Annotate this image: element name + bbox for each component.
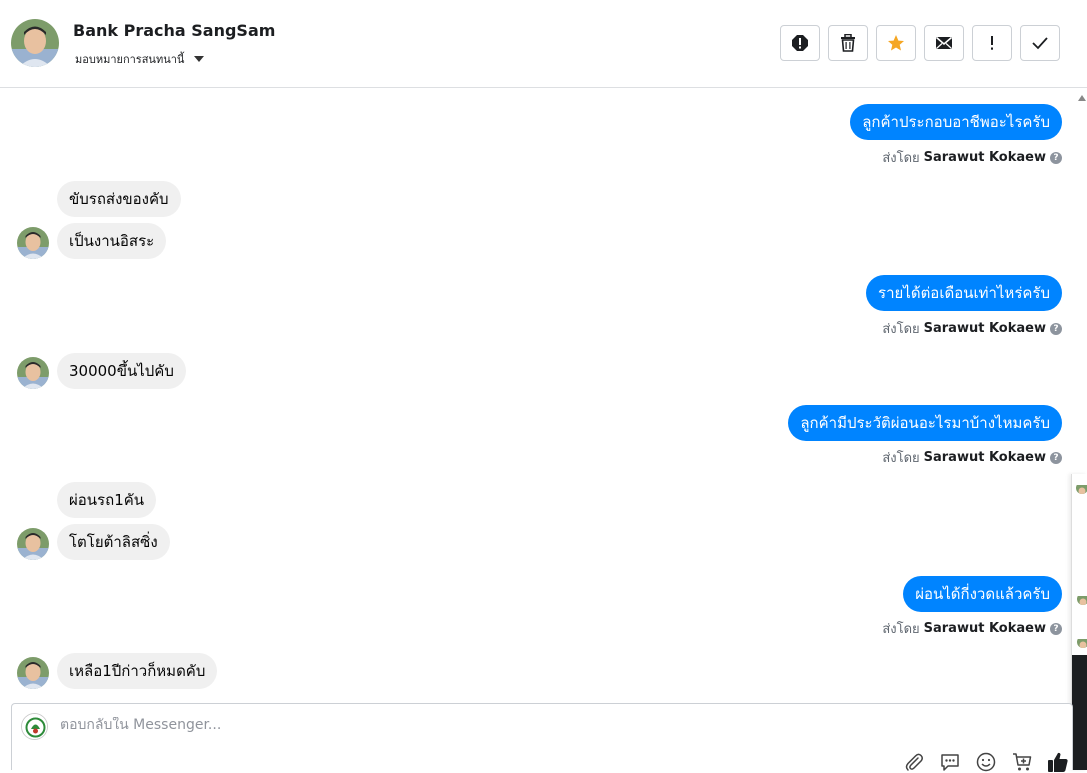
contact-name[interactable]: Bank Pracha SangSam: [73, 21, 275, 40]
conversation-header: Bank Pracha SangSam มอบหมายการสนทนานี้: [0, 0, 1087, 88]
envelope-icon: [935, 36, 953, 49]
message-text: ผ่อนได้กี่งวดแล้วครับ: [915, 585, 1050, 603]
message-text: เป็นงานอิสระ: [69, 232, 155, 250]
incoming-message[interactable]: ขับรถส่งของคับ: [57, 181, 181, 217]
mark-spam-button[interactable]: [780, 25, 820, 61]
outgoing-message[interactable]: ลูกค้าประกอบอาชีพอะไรครับ: [850, 104, 1062, 140]
mark-unread-button[interactable]: [924, 25, 964, 61]
contact-avatar[interactable]: [11, 19, 59, 67]
incoming-message[interactable]: โตโยต้าลิสซิ่ง: [57, 524, 170, 560]
help-icon[interactable]: ?: [1050, 451, 1062, 464]
spam-icon: [792, 35, 808, 51]
help-icon[interactable]: ?: [1050, 322, 1062, 335]
sent-by-prefix: ส่งโดย: [882, 322, 920, 337]
message-text: เหลือ1ปีก่าวก็หมดคับ: [69, 662, 206, 680]
help-icon[interactable]: ?: [1050, 151, 1062, 164]
side-avatar[interactable]: [1077, 593, 1087, 605]
sender-name: Sarawut Kokaew: [923, 150, 1046, 165]
delete-button[interactable]: [828, 25, 868, 61]
sent-by-line: ส่งโดย Sarawut Kokaew ?: [882, 447, 1062, 468]
saved-reply-icon: [940, 754, 959, 771]
sent-by-line: ส่งโดย Sarawut Kokaew ?: [882, 618, 1062, 639]
emoji-icon: [976, 752, 995, 772]
caret-down-icon: [194, 56, 205, 62]
message-text: ขับรถส่งของคับ: [69, 190, 169, 208]
trash-icon: [841, 34, 855, 52]
customer-avatar[interactable]: [17, 657, 49, 689]
incoming-message[interactable]: ผ่อนรถ1คัน: [57, 482, 157, 518]
sender-name: Sarawut Kokaew: [923, 450, 1046, 465]
incoming-message[interactable]: เหลือ1ปีก่าวก็หมดคับ: [57, 653, 218, 689]
sender-name: Sarawut Kokaew: [923, 621, 1046, 636]
sent-by-line: ส่งโดย Sarawut Kokaew ?: [882, 147, 1062, 168]
assign-label: มอบหมายการสนทนานี้: [75, 53, 185, 66]
message-text: ลูกค้ามีประวัติผ่อนอะไรมาบ้างไหมครับ: [800, 414, 1050, 432]
mark-done-button[interactable]: [1020, 25, 1060, 61]
outgoing-message[interactable]: ผ่อนได้กี่งวดแล้วครับ: [903, 576, 1062, 612]
emoji-button[interactable]: [974, 752, 997, 772]
outgoing-message[interactable]: ลูกค้ามีประวัติผ่อนอะไรมาบ้างไหมครับ: [788, 405, 1062, 441]
scroll-up-arrow-icon[interactable]: [1078, 95, 1086, 101]
attach-button[interactable]: [902, 752, 925, 772]
reply-composer: [11, 703, 1073, 772]
side-avatar[interactable]: [1076, 482, 1087, 494]
incoming-message[interactable]: เป็นงานอิสระ: [57, 223, 167, 259]
sent-by-prefix: ส่งโดย: [882, 151, 920, 166]
sender-name: Sarawut Kokaew: [923, 321, 1046, 336]
star-icon: [888, 35, 904, 51]
paperclip-icon: [905, 753, 923, 771]
assign-conversation-dropdown[interactable]: มอบหมายการสนทนานี้: [75, 50, 205, 68]
message-text: รายได้ต่อเดือนเท่าไหร่ครับ: [878, 284, 1050, 302]
customer-avatar[interactable]: [17, 357, 49, 389]
sent-by-prefix: ส่งโดย: [882, 451, 920, 466]
side-avatar[interactable]: [1077, 636, 1087, 648]
help-icon[interactable]: ?: [1050, 622, 1062, 635]
exclamation-icon: [991, 36, 993, 50]
message-text: โตโยต้าลิสซิ่ง: [69, 533, 158, 551]
side-panel-dark-section: [1072, 655, 1087, 770]
message-text: ผ่อนรถ1คัน: [69, 491, 145, 509]
star-button[interactable]: [876, 25, 916, 61]
like-button[interactable]: [1046, 752, 1069, 772]
sent-by-prefix: ส่งโดย: [882, 622, 920, 637]
page-logo: [21, 713, 48, 740]
header-actions: [780, 25, 1060, 61]
reply-input[interactable]: [60, 717, 660, 733]
follow-up-button[interactable]: [972, 25, 1012, 61]
outgoing-message[interactable]: รายได้ต่อเดือนเท่าไหร่ครับ: [866, 275, 1062, 311]
message-text: 30000ขึ้นไปคับ: [69, 362, 174, 380]
composer-tools: [902, 752, 1069, 772]
incoming-message[interactable]: 30000ขึ้นไปคับ: [57, 353, 186, 389]
cart-icon: [1012, 753, 1031, 771]
message-text: ลูกค้าประกอบอาชีพอะไรครับ: [862, 113, 1050, 131]
cart-button[interactable]: [1010, 752, 1033, 772]
customer-avatar[interactable]: [17, 528, 49, 560]
sent-by-line: ส่งโดย Sarawut Kokaew ?: [882, 318, 1062, 339]
saved-replies-button[interactable]: [938, 752, 961, 772]
customer-avatar[interactable]: [17, 227, 49, 259]
check-icon: [1032, 37, 1048, 50]
